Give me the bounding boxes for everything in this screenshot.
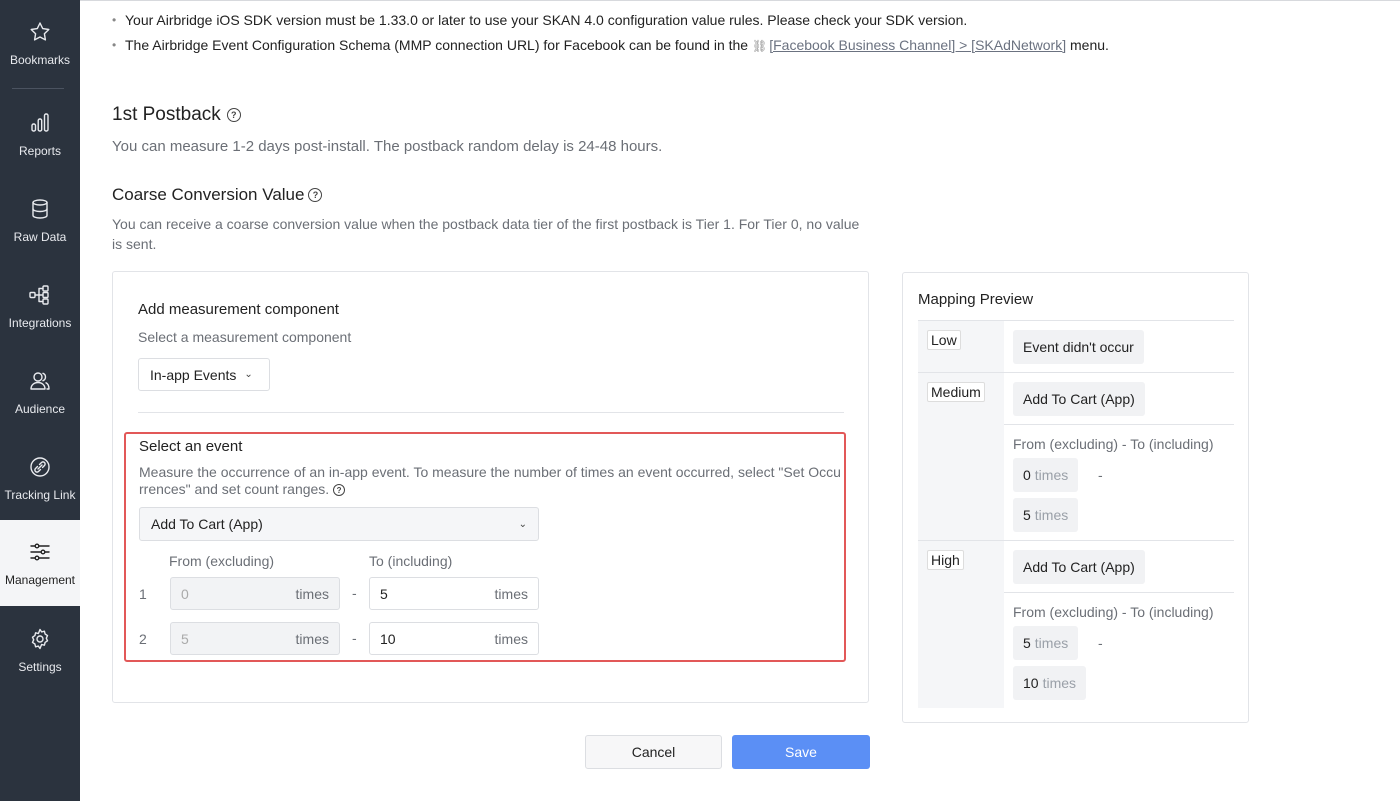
- top-divider: [80, 0, 1400, 1]
- sidebar-item-label: Integrations: [8, 316, 72, 330]
- sidebar-item-label: Management: [4, 573, 76, 587]
- select-event-section: Select an event Measure the occurrence o…: [124, 432, 846, 662]
- range-dash: -: [1098, 635, 1103, 651]
- chevron-down-icon: ⌄: [518, 518, 527, 530]
- level-badge: High: [927, 550, 964, 570]
- sidebar-item-bookmarks[interactable]: Bookmarks: [0, 0, 80, 86]
- from-input: 5 times: [170, 622, 340, 655]
- sidebar-divider: [12, 88, 64, 89]
- from-input: 0 times: [170, 577, 340, 610]
- sidebar-item-label: Settings: [18, 660, 62, 674]
- sidebar-item-reports[interactable]: Reports: [0, 91, 80, 177]
- sidebar-item-label: Audience: [14, 402, 66, 416]
- notes-list: Your Airbridge iOS SDK version must be 1…: [112, 10, 1109, 60]
- coarse-value-description: You can receive a coarse conversion valu…: [112, 216, 860, 252]
- note-facebook-schema: The Airbridge Event Configuration Schema…: [112, 35, 1109, 60]
- integrations-icon: [27, 282, 53, 308]
- postback-description: You can measure 1-2 days post-install. T…: [112, 138, 663, 155]
- preview-row-high: High Add To Cart (App) From (excluding) …: [918, 540, 1234, 708]
- range-dash: -: [1098, 467, 1103, 483]
- event-chip: Add To Cart (App): [1013, 382, 1145, 416]
- link-icon: ⛓: [751, 39, 768, 53]
- to-input[interactable]: 10 times: [369, 622, 539, 655]
- from-column-header: From (excluding): [169, 553, 275, 569]
- measurement-subtitle: Select a measurement component: [138, 329, 352, 345]
- range-dash: -: [352, 630, 357, 646]
- mapping-preview-title: Mapping Preview: [918, 291, 1034, 308]
- gear-icon: [27, 626, 53, 652]
- sidebar-item-settings[interactable]: Settings: [0, 607, 80, 693]
- main-content: Your Airbridge iOS SDK version must be 1…: [80, 0, 1400, 801]
- measurement-card: Add measurement component Select a measu…: [112, 271, 869, 703]
- to-chip: 5 times: [1013, 498, 1079, 532]
- row-number: 2: [139, 631, 147, 647]
- audience-icon: [27, 368, 53, 394]
- divider: [138, 412, 844, 413]
- note-sdk-version: Your Airbridge iOS SDK version must be 1…: [112, 10, 1109, 35]
- from-chip: 5 times: [1013, 626, 1079, 660]
- sidebar-item-label: Raw Data: [13, 230, 67, 244]
- range-dash: -: [352, 585, 357, 601]
- preview-row-medium: Medium Add To Cart (App) From (excluding…: [918, 372, 1234, 540]
- help-icon[interactable]: ?: [226, 108, 241, 122]
- range-label: From (excluding) - To (including): [1013, 436, 1214, 452]
- level-badge: Medium: [927, 382, 985, 402]
- help-icon[interactable]: ?: [308, 188, 323, 202]
- preview-row-low: Low Event didn't occur: [918, 320, 1234, 372]
- select-event-title: Select an event: [139, 438, 243, 455]
- sidebar-item-label: Bookmarks: [9, 53, 71, 67]
- sidebar: Bookmarks Reports Raw Data Integrations …: [0, 0, 80, 801]
- sidebar-item-tracking-link[interactable]: Tracking Link: [0, 435, 80, 521]
- to-column-header: To (including): [369, 553, 453, 569]
- to-chip: 10 times: [1013, 666, 1087, 700]
- sliders-icon: [27, 539, 53, 565]
- sidebar-item-integrations[interactable]: Integrations: [0, 263, 80, 349]
- coarse-value-title: Coarse Conversion Value ?: [112, 185, 323, 205]
- database-icon: [27, 196, 53, 222]
- sidebar-item-label: Tracking Link: [4, 488, 76, 502]
- postback-title: 1st Postback ?: [112, 104, 241, 126]
- event-chip: Add To Cart (App): [1013, 550, 1145, 584]
- to-input[interactable]: 5 times: [369, 577, 539, 610]
- link-icon: [27, 454, 53, 480]
- event-chip: Event didn't occur: [1013, 330, 1144, 364]
- help-icon[interactable]: ?: [333, 484, 346, 497]
- range-label: From (excluding) - To (including): [1013, 604, 1214, 620]
- select-event-description: Measure the occurrence of an in-app even…: [139, 464, 841, 497]
- star-icon: [27, 19, 53, 45]
- mapping-preview: Mapping Preview Low Event didn't occur M…: [902, 272, 1249, 723]
- measurement-title: Add measurement component: [138, 301, 339, 318]
- row-number: 1: [139, 586, 147, 602]
- from-chip: 0 times: [1013, 458, 1079, 492]
- measurement-component-select[interactable]: In-app Events ⌄: [138, 358, 270, 391]
- bar-chart-icon: [27, 110, 53, 136]
- sidebar-item-label: Reports: [18, 144, 62, 158]
- save-button[interactable]: Save: [732, 735, 870, 769]
- cancel-button[interactable]: Cancel: [585, 735, 722, 769]
- chevron-down-icon: ⌄: [244, 369, 253, 380]
- facebook-skadnetwork-link[interactable]: [Facebook Business Channel] > [SKAdNetwo…: [769, 37, 1066, 53]
- sidebar-item-management[interactable]: Management: [0, 520, 80, 606]
- event-select[interactable]: Add To Cart (App) ⌄: [139, 507, 539, 541]
- sidebar-item-audience[interactable]: Audience: [0, 349, 80, 435]
- sidebar-item-raw-data[interactable]: Raw Data: [0, 177, 80, 263]
- level-badge: Low: [927, 330, 961, 350]
